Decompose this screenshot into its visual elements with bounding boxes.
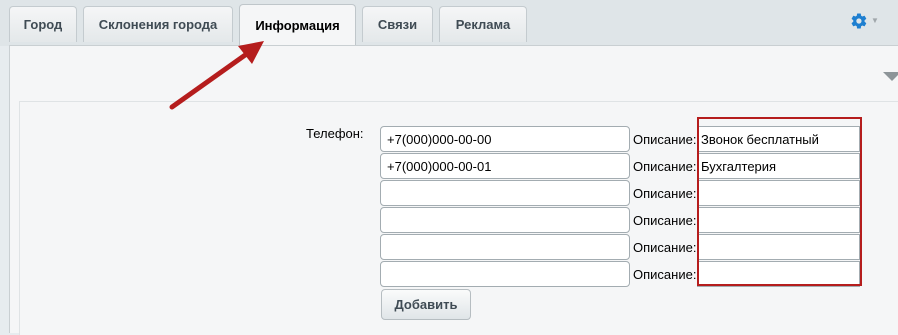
tab-city-declensions[interactable]: Склонения города (83, 6, 233, 42)
tab-advertising[interactable]: Реклама (439, 6, 527, 42)
description-input-2[interactable] (697, 153, 860, 179)
phone-input-4[interactable] (380, 207, 630, 233)
description-label-5: Описание: (633, 240, 697, 255)
settings-button[interactable]: ▼ (850, 12, 880, 32)
gear-icon (851, 13, 867, 29)
description-label-3: Описание: (633, 186, 697, 201)
phone-input-1[interactable] (380, 126, 630, 152)
tab-information[interactable]: Информация (239, 4, 356, 46)
description-input-5[interactable] (697, 234, 860, 260)
description-input-6[interactable] (697, 261, 860, 287)
phone-input-2[interactable] (380, 153, 630, 179)
description-input-4[interactable] (697, 207, 860, 233)
phone-input-6[interactable] (380, 261, 630, 287)
tab-city[interactable]: Город (9, 6, 77, 42)
chevron-down-icon: ▼ (871, 16, 879, 25)
phone-label: Телефон: (306, 126, 364, 141)
description-label-4: Описание: (633, 213, 697, 228)
add-button[interactable]: Добавить (381, 289, 471, 320)
tab-links[interactable]: Связи (362, 6, 433, 42)
phone-input-5[interactable] (380, 234, 630, 260)
description-label-2: Описание: (633, 159, 697, 174)
description-label-6: Описание: (633, 267, 697, 282)
phone-input-3[interactable] (380, 180, 630, 206)
description-input-3[interactable] (697, 180, 860, 206)
tab-bar: Город Склонения города Информация Связи … (0, 0, 898, 46)
description-input-1[interactable] (697, 126, 860, 152)
triangle-down-icon[interactable] (883, 72, 898, 81)
description-label-1: Описание: (633, 132, 697, 147)
